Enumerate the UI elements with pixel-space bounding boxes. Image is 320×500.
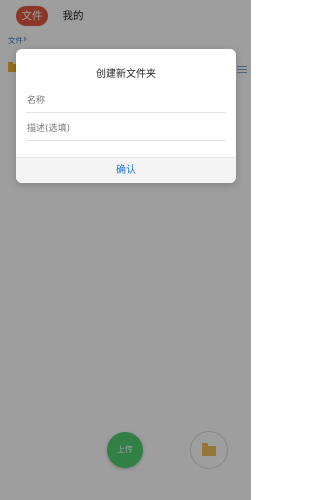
divider bbox=[26, 112, 226, 113]
dialog-title: 创建新文件夹 bbox=[96, 69, 156, 80]
divider bbox=[26, 140, 226, 141]
folder-description-input[interactable] bbox=[26, 117, 227, 141]
folder-name-input[interactable] bbox=[26, 89, 227, 113]
confirm-button[interactable]: 确认 bbox=[16, 158, 236, 183]
dialog-footer: 确认 bbox=[16, 157, 236, 183]
create-folder-dialog: 创建新文件夹 确认 bbox=[16, 49, 236, 183]
